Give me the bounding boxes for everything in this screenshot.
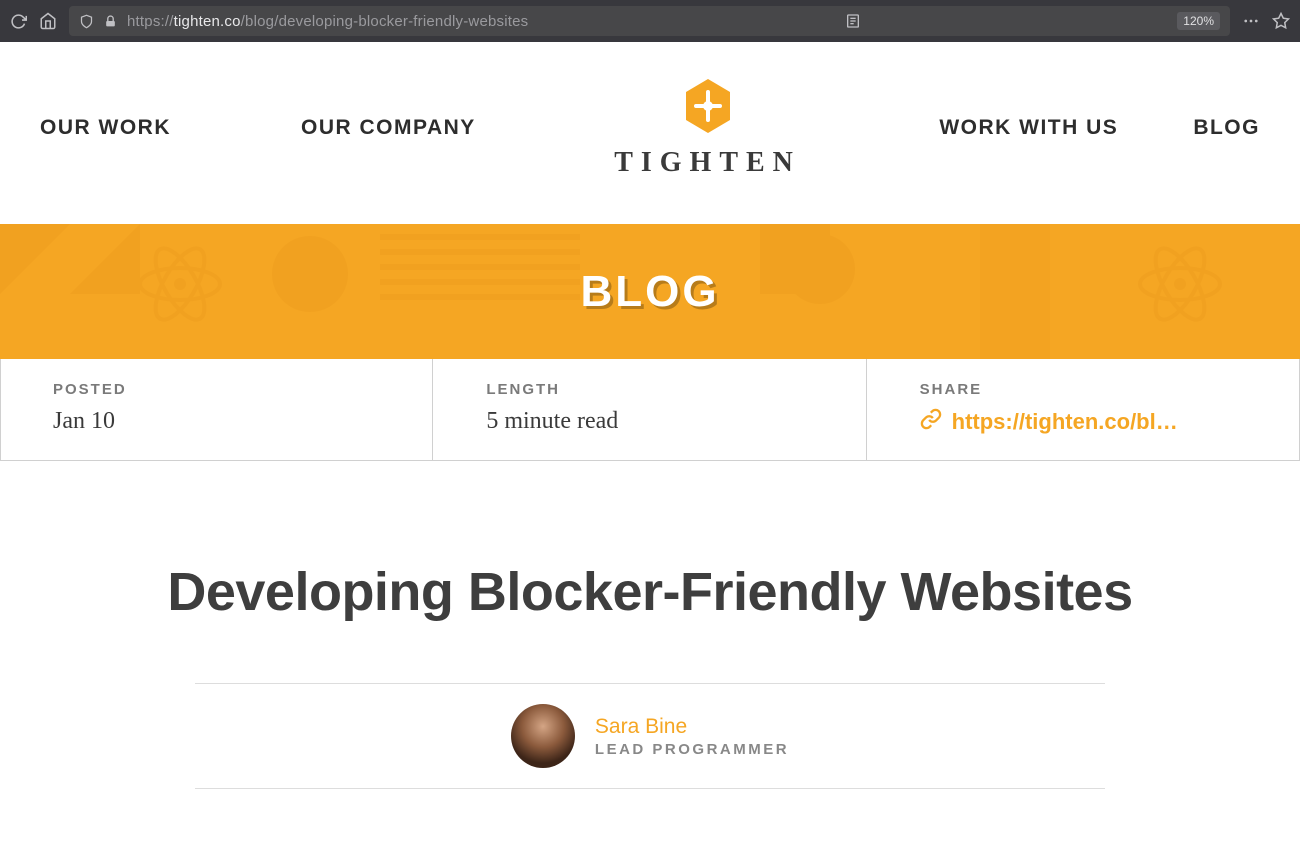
meta-row: POSTED Jan 10 LENGTH 5 minute read SHARE… bbox=[0, 359, 1300, 461]
author-avatar bbox=[511, 704, 575, 768]
meta-length-value: 5 minute read bbox=[486, 408, 813, 435]
author-role: LEAD PROGRAMMER bbox=[595, 741, 789, 758]
url-protocol: https:// bbox=[127, 13, 174, 30]
meta-share: SHARE https://tighten.co/bl… bbox=[867, 359, 1300, 460]
author-name[interactable]: Sara Bine bbox=[595, 715, 789, 739]
meta-share-label: SHARE bbox=[920, 381, 1247, 398]
meta-posted-value: Jan 10 bbox=[53, 408, 380, 435]
zoom-level[interactable]: 120% bbox=[1177, 12, 1220, 30]
nav-blog[interactable]: BLOG bbox=[1193, 116, 1260, 140]
url-text: https://tighten.co/blog/developing-block… bbox=[127, 13, 528, 30]
meta-posted-label: POSTED bbox=[53, 381, 380, 398]
nav-left: OUR WORK OUR COMPANY bbox=[40, 116, 476, 140]
logo[interactable]: TIGHTEN bbox=[614, 77, 801, 179]
link-icon bbox=[920, 408, 942, 436]
browser-toolbar: https://tighten.co/blog/developing-block… bbox=[0, 0, 1300, 42]
nav-right: WORK WITH US BLOG bbox=[939, 116, 1260, 140]
reload-icon[interactable] bbox=[10, 13, 27, 30]
hero-banner: BLOG bbox=[0, 224, 1300, 359]
author-block: Sara Bine LEAD PROGRAMMER bbox=[195, 683, 1105, 789]
meta-posted: POSTED Jan 10 bbox=[0, 359, 433, 460]
logo-hex-icon bbox=[682, 77, 734, 135]
share-link[interactable]: https://tighten.co/bl… bbox=[920, 408, 1247, 436]
nav-work-with-us[interactable]: WORK WITH US bbox=[939, 116, 1118, 140]
nav-our-company[interactable]: OUR COMPANY bbox=[301, 116, 476, 140]
article-title: Developing Blocker-Friendly Websites bbox=[40, 561, 1260, 623]
more-icon[interactable] bbox=[1242, 12, 1260, 30]
meta-length-label: LENGTH bbox=[486, 381, 813, 398]
hero-title: BLOG bbox=[580, 267, 719, 317]
site-header: OUR WORK OUR COMPANY TIGHTEN WORK WITH U… bbox=[0, 42, 1300, 224]
url-domain: tighten.co bbox=[174, 13, 241, 30]
lock-icon[interactable] bbox=[104, 15, 117, 28]
article: Developing Blocker-Friendly Websites Sar… bbox=[0, 461, 1300, 829]
share-url-text: https://tighten.co/bl… bbox=[952, 409, 1178, 435]
url-bar[interactable]: https://tighten.co/blog/developing-block… bbox=[69, 6, 1230, 36]
meta-length: LENGTH 5 minute read bbox=[433, 359, 866, 460]
nav-our-work[interactable]: OUR WORK bbox=[40, 116, 171, 140]
reader-mode-icon[interactable] bbox=[845, 13, 861, 29]
bookmark-star-icon[interactable] bbox=[1272, 12, 1290, 30]
home-icon[interactable] bbox=[39, 12, 57, 30]
author-text: Sara Bine LEAD PROGRAMMER bbox=[595, 715, 789, 758]
url-path: /blog/developing-blocker-friendly-websit… bbox=[241, 13, 529, 30]
logo-wordmark: TIGHTEN bbox=[614, 147, 801, 179]
shield-icon[interactable] bbox=[79, 14, 94, 29]
